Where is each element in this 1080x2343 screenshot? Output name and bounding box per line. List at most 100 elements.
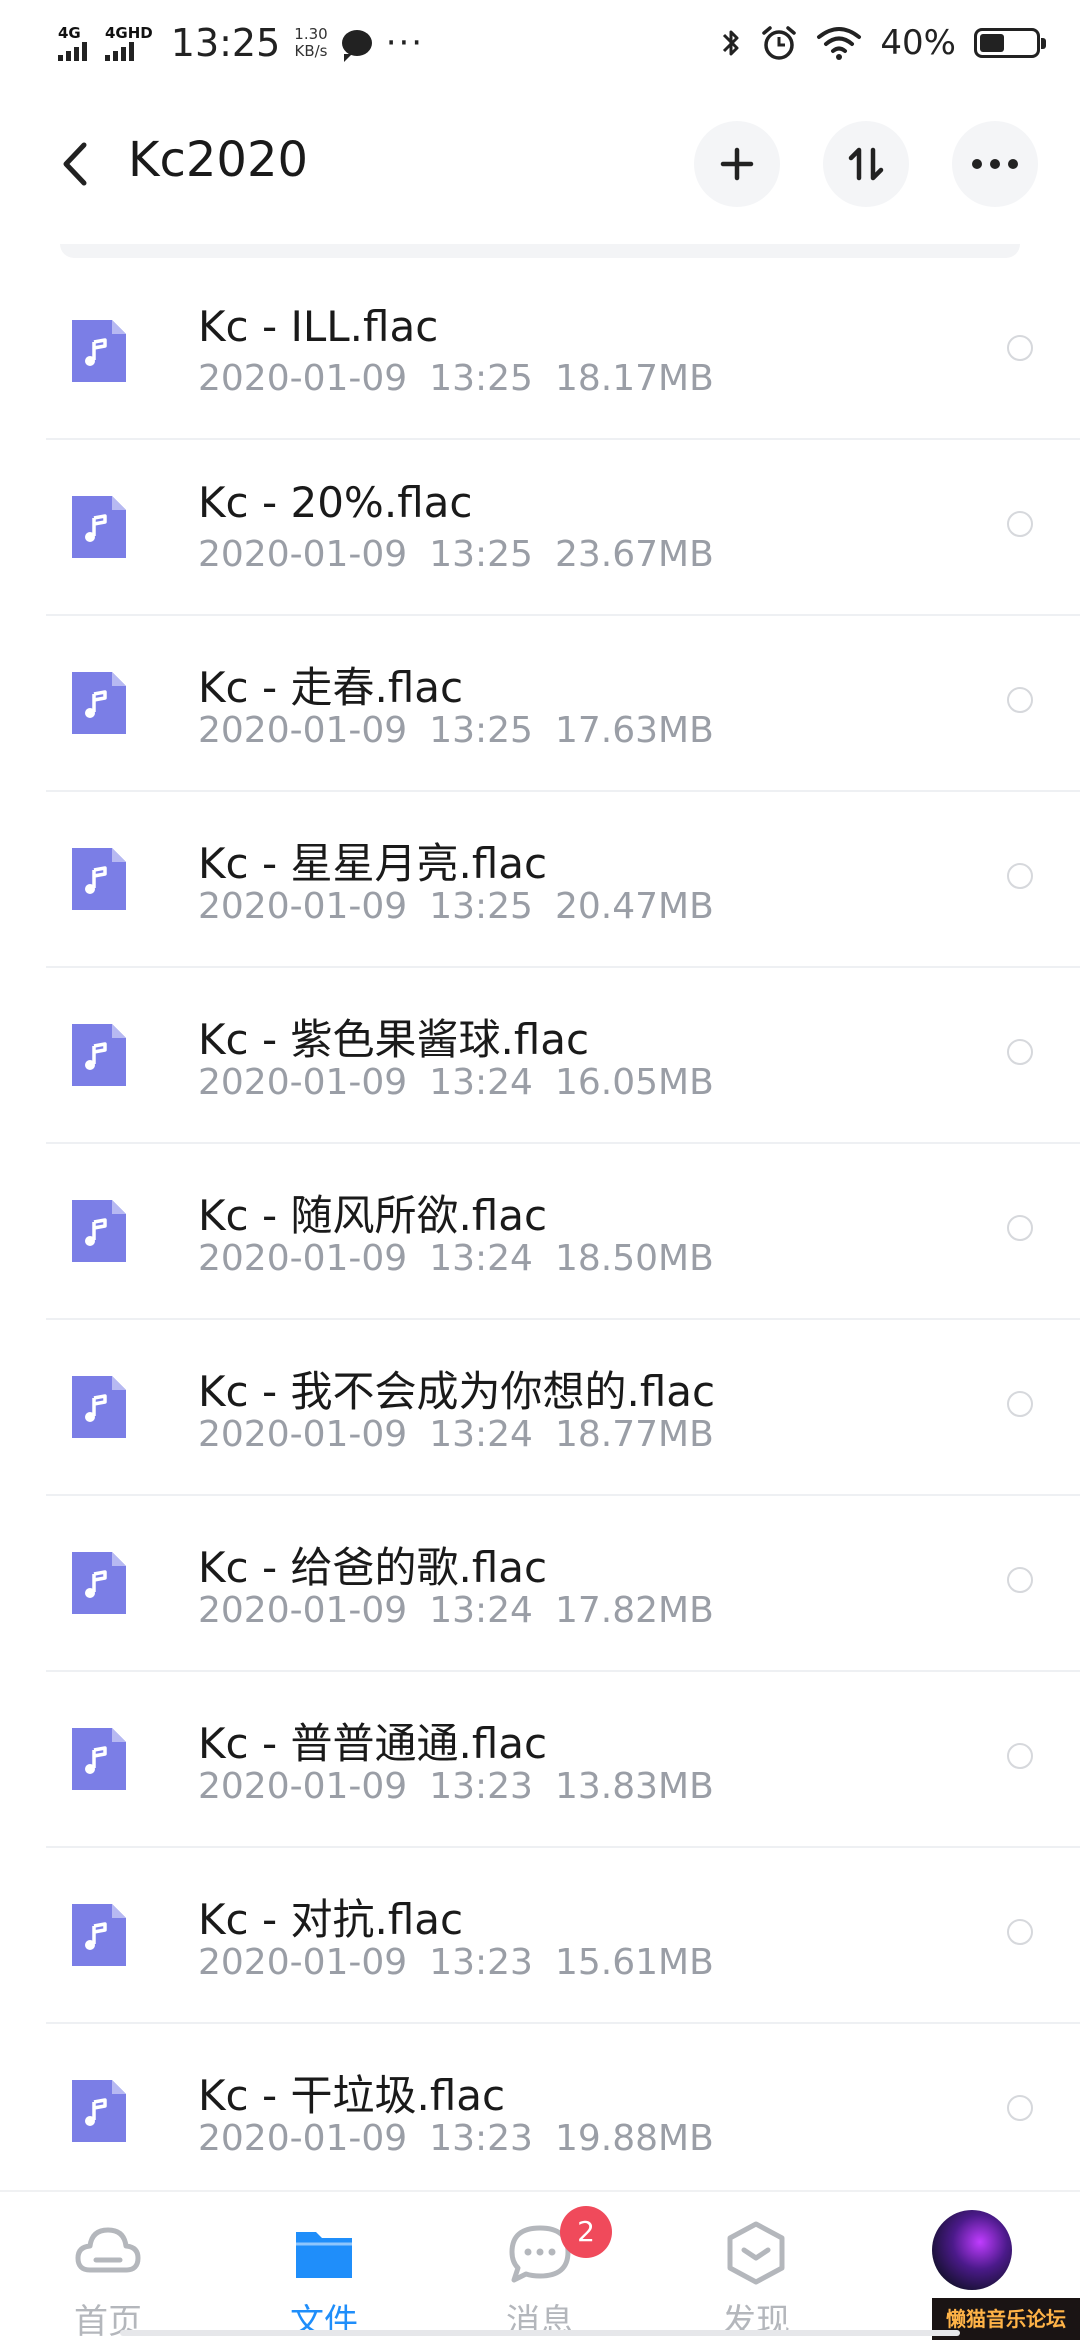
header-shadow [60, 244, 1020, 258]
list-item[interactable]: Kc - ILL.flac 2020-01-09 13:25 18.17MB [0, 264, 1080, 440]
wifi-icon [817, 27, 862, 60]
file-date: 2020-01-09 [198, 358, 408, 399]
file-name: Kc - 20%.flac [198, 478, 473, 527]
file-size: 13.83MB [554, 1766, 714, 1807]
select-checkbox[interactable] [1007, 335, 1033, 361]
file-name: Kc - 干垃圾.flac [198, 2071, 506, 2120]
signal-bars-icon [105, 41, 134, 61]
select-checkbox[interactable] [1007, 1039, 1033, 1065]
list-item[interactable]: Kc - 对抗.flac 2020-01-09 13:23 15.61MB [0, 1848, 1080, 2024]
file-time: 13:23 [429, 1942, 533, 1983]
select-checkbox[interactable] [1007, 687, 1033, 713]
file-time: 13:24 [429, 1590, 533, 1631]
file-size: 18.17MB [554, 358, 714, 399]
file-time: 13:25 [429, 710, 533, 751]
file-time: 13:24 [429, 1238, 533, 1279]
net-speed-unit: KB/s [294, 42, 328, 60]
file-date: 2020-01-09 [198, 1062, 408, 1103]
file-name: Kc - 走春.flac [198, 663, 464, 712]
select-checkbox[interactable] [1007, 1919, 1033, 1945]
chat-bubble-icon [341, 30, 372, 62]
file-time: 13:23 [429, 2118, 533, 2159]
file-size: 17.82MB [554, 1590, 714, 1631]
select-checkbox[interactable] [1007, 2095, 1033, 2121]
add-button[interactable] [694, 121, 780, 207]
back-arrow-icon [63, 142, 87, 186]
tab-messages[interactable]: 2 消息 [470, 2192, 612, 2342]
list-item[interactable]: Kc - 星星月亮.flac 2020-01-09 13:25 20.47MB [0, 792, 1080, 968]
file-time: 13:25 [429, 358, 533, 399]
list-item[interactable]: Kc - 干垃圾.flac 2020-01-09 13:23 19.88MB [0, 2024, 1080, 2200]
file-name: Kc - 普普通通.flac [198, 1719, 548, 1768]
list-item[interactable]: Kc - 我不会成为你想的.flac 2020-01-09 13:24 18.77M… [0, 1320, 1080, 1496]
more-dots-icon: ··· [385, 23, 425, 63]
file-size: 18.50MB [554, 1238, 714, 1279]
sort-button[interactable] [823, 121, 909, 207]
select-checkbox[interactable] [1007, 863, 1033, 889]
file-meta: 2020-01-09 13:23 13.83MB [198, 1766, 736, 1807]
list-item[interactable]: Kc - 随风所欲.flac 2020-01-09 13:24 18.50MB [0, 1144, 1080, 1320]
select-checkbox[interactable] [1007, 511, 1033, 537]
avatar[interactable] [932, 2210, 1012, 2290]
status-right: 40% [720, 18, 1046, 68]
file-name: Kc - 给爸的歌.flac [198, 1543, 548, 1592]
file-size: 17.63MB [554, 710, 714, 751]
more-icon [972, 159, 1018, 169]
file-time: 13:25 [429, 534, 533, 575]
file-date: 2020-01-09 [198, 1766, 408, 1807]
select-checkbox[interactable] [1007, 1743, 1033, 1769]
cloud-icon [75, 2227, 141, 2273]
file-meta: 2020-01-09 13:25 20.47MB [198, 886, 736, 927]
file-name: Kc - 紫色果酱球.flac [198, 1015, 590, 1064]
file-meta: 2020-01-09 13:23 19.88MB [198, 2118, 736, 2159]
file-date: 2020-01-09 [198, 1590, 408, 1631]
file-size: 16.05MB [554, 1062, 714, 1103]
sort-icon [848, 147, 884, 181]
list-item[interactable]: Kc - 走春.flac 2020-01-09 13:25 17.63MB [0, 616, 1080, 792]
file-time: 13:24 [429, 1414, 533, 1455]
status-left: 4G 4GHD 13:25 1.30 KB/s ··· [58, 18, 424, 68]
file-list: Kc - ILL.flac 2020-01-09 13:25 18.17MB Kc … [0, 264, 1080, 2200]
file-size: 20.47MB [554, 886, 714, 927]
list-item[interactable]: Kc - 20%.flac 2020-01-09 13:25 23.67MB [0, 440, 1080, 616]
file-name: Kc - 随风所欲.flac [198, 1191, 548, 1240]
back-button[interactable] [50, 134, 100, 194]
file-meta: 2020-01-09 13:25 18.17MB [198, 358, 736, 399]
tab-home[interactable]: 首页 [38, 2192, 178, 2342]
net-speed: 1.30 KB/s [294, 26, 327, 60]
plus-icon [720, 147, 754, 181]
music-file-icon [72, 320, 126, 382]
file-meta: 2020-01-09 13:23 15.61MB [198, 1942, 736, 1983]
music-file-icon [72, 2080, 126, 2142]
signal-1-label: 4G [58, 24, 81, 42]
file-meta: 2020-01-09 13:25 17.63MB [198, 710, 736, 751]
home-indicator[interactable] [120, 2330, 960, 2336]
music-file-icon [72, 1904, 126, 1966]
list-item[interactable]: Kc - 给爸的歌.flac 2020-01-09 13:24 17.82MB [0, 1496, 1080, 1672]
signal-1: 4G [58, 25, 87, 61]
file-date: 2020-01-09 [198, 1414, 408, 1455]
status-bar: 4G 4GHD 13:25 1.30 KB/s ··· 40% [0, 0, 1080, 84]
status-time: 13:25 [170, 21, 281, 65]
select-checkbox[interactable] [1007, 1567, 1033, 1593]
select-checkbox[interactable] [1007, 1215, 1033, 1241]
alarm-icon [762, 26, 797, 60]
file-meta: 2020-01-09 13:24 18.50MB [198, 1238, 736, 1279]
music-file-icon [72, 1376, 126, 1438]
discover-icon [727, 2221, 785, 2285]
music-file-icon [72, 1024, 126, 1086]
tab-discover[interactable]: 发现 [686, 2192, 826, 2342]
file-meta: 2020-01-09 13:24 18.77MB [198, 1414, 736, 1455]
file-date: 2020-01-09 [198, 1238, 408, 1279]
unread-badge: 2 [560, 2206, 612, 2258]
file-date: 2020-01-09 [198, 2118, 408, 2159]
list-item[interactable]: Kc - 紫色果酱球.flac 2020-01-09 13:24 16.05MB [0, 968, 1080, 1144]
file-time: 13:23 [429, 1766, 533, 1807]
list-item[interactable]: Kc - 普普通通.flac 2020-01-09 13:23 13.83MB [0, 1672, 1080, 1848]
tab-files[interactable]: 文件 [254, 2192, 394, 2342]
signal-2: 4GHD [105, 25, 153, 61]
more-button[interactable] [952, 121, 1038, 207]
folder-icon [296, 2232, 352, 2278]
select-checkbox[interactable] [1007, 1391, 1033, 1417]
file-size: 15.61MB [554, 1942, 714, 1983]
